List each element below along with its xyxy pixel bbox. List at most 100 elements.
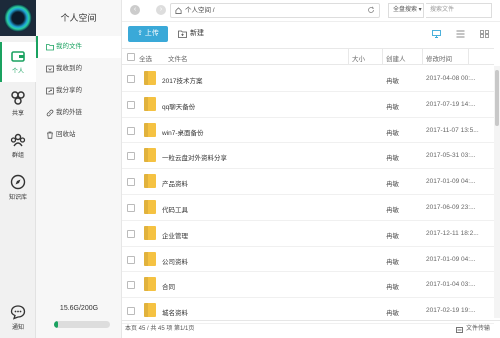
file-owner: 冉敏 (386, 232, 399, 240)
file-name[interactable]: 城名资料 (162, 307, 188, 317)
table-row[interactable]: win7-桌面备份 冉敏 2017-11-07 13:5... (122, 118, 494, 144)
table-row[interactable]: 公司资料 冉敏 2017-01-09 04:... (122, 247, 494, 273)
table-row[interactable]: 一粒云盘对外资料分享 冉敏 2017-05-31 03:... (122, 143, 494, 170)
table-row[interactable]: 2017技术方案 冉敏 2017-04-08 00:... (122, 66, 494, 92)
sidebar-title: 个人空间 (60, 13, 97, 23)
file-owner: 冉敏 (386, 258, 399, 266)
file-owner: 冉敏 (386, 181, 399, 189)
transfer-icon (456, 327, 463, 333)
row-checkbox[interactable] (127, 203, 135, 212)
file-owner: 冉敏 (386, 129, 399, 137)
file-name[interactable]: qq聊天备份 (162, 101, 195, 111)
rail-item-group[interactable]: 群组 (0, 126, 36, 166)
table-row[interactable]: 产品资料 冉敏 2017-01-09 04:... (122, 169, 494, 195)
folder-icon (144, 225, 156, 240)
file-transfer-button[interactable]: 文件传输 (456, 321, 490, 338)
file-modified: 2017-06-09 23:... (426, 203, 476, 211)
table-row[interactable]: 代码工具 冉敏 2017-06-09 23:... (122, 195, 494, 221)
row-checkbox[interactable] (127, 281, 135, 290)
table-row[interactable]: 企业管理 冉敏 2017-12-11 18:2... (122, 221, 494, 247)
app-window: 个人 共享 群组 知识库 通知 个人空间 我的文件 我收到的 我分享的 我的外链… (0, 0, 500, 338)
row-checkbox[interactable] (127, 100, 135, 109)
upload-label: 上传 (144, 30, 159, 37)
select-all-label: 全选 (139, 56, 152, 63)
file-owner: 冉敏 (386, 284, 399, 292)
rail-item-share[interactable]: 共享 (0, 84, 36, 124)
column-modified[interactable]: 修改时间 (426, 53, 452, 63)
column-divider (348, 49, 349, 64)
row-checkbox[interactable] (127, 152, 135, 161)
wallet-icon (11, 51, 25, 62)
vertical-scrollbar[interactable] (494, 66, 500, 318)
row-checkbox[interactable] (127, 75, 135, 83)
file-name[interactable]: 一粒云盘对外资料分享 (162, 152, 227, 162)
file-name[interactable]: win7-桌面备份 (162, 127, 204, 137)
table-row[interactable]: 合同 冉敏 2017-01-04 03:... (122, 272, 494, 299)
scrollbar-thumb[interactable] (495, 70, 499, 126)
row-checkbox[interactable] (127, 307, 135, 316)
column-name[interactable]: 文件名 (168, 53, 188, 63)
chevron-left-icon: ‹ (133, 6, 137, 13)
folder-icon (144, 96, 156, 111)
sidebar-item-links[interactable]: 我的外链 (36, 102, 121, 124)
trash-icon (47, 131, 53, 139)
rail-item-notify[interactable]: 通知 (0, 298, 36, 338)
file-name[interactable]: 代码工具 (162, 204, 188, 214)
row-checkbox[interactable] (127, 178, 135, 187)
path-breadcrumb[interactable]: 个人空间 / (170, 3, 380, 18)
compass-icon (10, 174, 26, 190)
sidebar-item-trash[interactable]: 回收站 (36, 124, 121, 146)
home-icon (175, 7, 182, 14)
row-checkbox[interactable] (127, 229, 135, 238)
file-owner: 冉敏 (386, 206, 399, 214)
new-folder-button[interactable]: 新建 (178, 26, 204, 42)
file-name[interactable]: 合同 (162, 281, 175, 291)
file-modified: 2017-01-04 03:... (426, 281, 476, 289)
path-text: 个人空间 / (185, 7, 215, 14)
sidebar-item-received[interactable]: 我收到的 (36, 58, 121, 80)
monitor-view-icon[interactable] (432, 30, 441, 38)
file-modified: 2017-02-19 19:... (426, 307, 476, 315)
row-checkbox[interactable] (127, 126, 135, 135)
folder-icon (144, 148, 156, 163)
back-button[interactable]: ‹ (130, 5, 140, 15)
search-scope-dropdown[interactable]: 全盘搜索 ▾ (388, 3, 424, 18)
file-owner: 冉敏 (386, 78, 399, 85)
rail-item-knowledge[interactable]: 知识库 (0, 168, 36, 208)
refresh-icon[interactable] (367, 6, 375, 14)
forward-button[interactable]: › (156, 5, 166, 15)
file-modified: 2017-04-08 00:... (426, 75, 476, 82)
column-divider (382, 49, 383, 64)
search-input[interactable]: 搜索文件 (426, 3, 492, 18)
file-modified: 2017-12-11 18:2... (426, 229, 479, 237)
file-name[interactable]: 2017技术方案 (162, 75, 202, 85)
grid-view-icon[interactable] (480, 30, 489, 38)
sidebar-item-label: 我分享的 (56, 87, 82, 94)
chevron-right-icon: › (159, 6, 163, 13)
folder-icon (144, 174, 156, 189)
new-folder-label: 新建 (190, 30, 204, 37)
sidebar-item-my-files[interactable]: 我的文件 (36, 36, 121, 58)
sidebar-item-label: 回收站 (56, 131, 76, 138)
file-name[interactable]: 企业管理 (162, 230, 188, 240)
folder-icon (144, 303, 156, 318)
rail-label-share: 共享 (11, 111, 24, 117)
sidebar-item-label: 我的文件 (56, 43, 82, 50)
avatar[interactable] (0, 0, 36, 36)
upload-arrow-icon: ⇪ (137, 30, 145, 37)
file-modified: 2017-07-19 14:... (426, 100, 476, 108)
row-checkbox[interactable] (127, 255, 135, 264)
table-row[interactable]: qq聊天备份 冉敏 2017-07-19 14:... (122, 92, 494, 118)
upload-button[interactable]: ⇪ 上传 (128, 26, 168, 42)
select-all-checkbox[interactable] (127, 53, 135, 61)
folder-icon (144, 122, 156, 137)
icon-rail: 个人 共享 群组 知识库 通知 (0, 0, 36, 338)
column-size[interactable]: 大小 (352, 53, 365, 63)
list-view-icon[interactable] (456, 30, 465, 38)
file-name[interactable]: 公司资料 (162, 256, 188, 266)
rail-item-personal[interactable]: 个人 (0, 42, 36, 82)
file-name[interactable]: 产品资料 (162, 178, 188, 188)
new-folder-icon (178, 30, 187, 38)
sidebar-item-shared[interactable]: 我分享的 (36, 80, 121, 102)
column-owner[interactable]: 创建人 (386, 53, 406, 63)
